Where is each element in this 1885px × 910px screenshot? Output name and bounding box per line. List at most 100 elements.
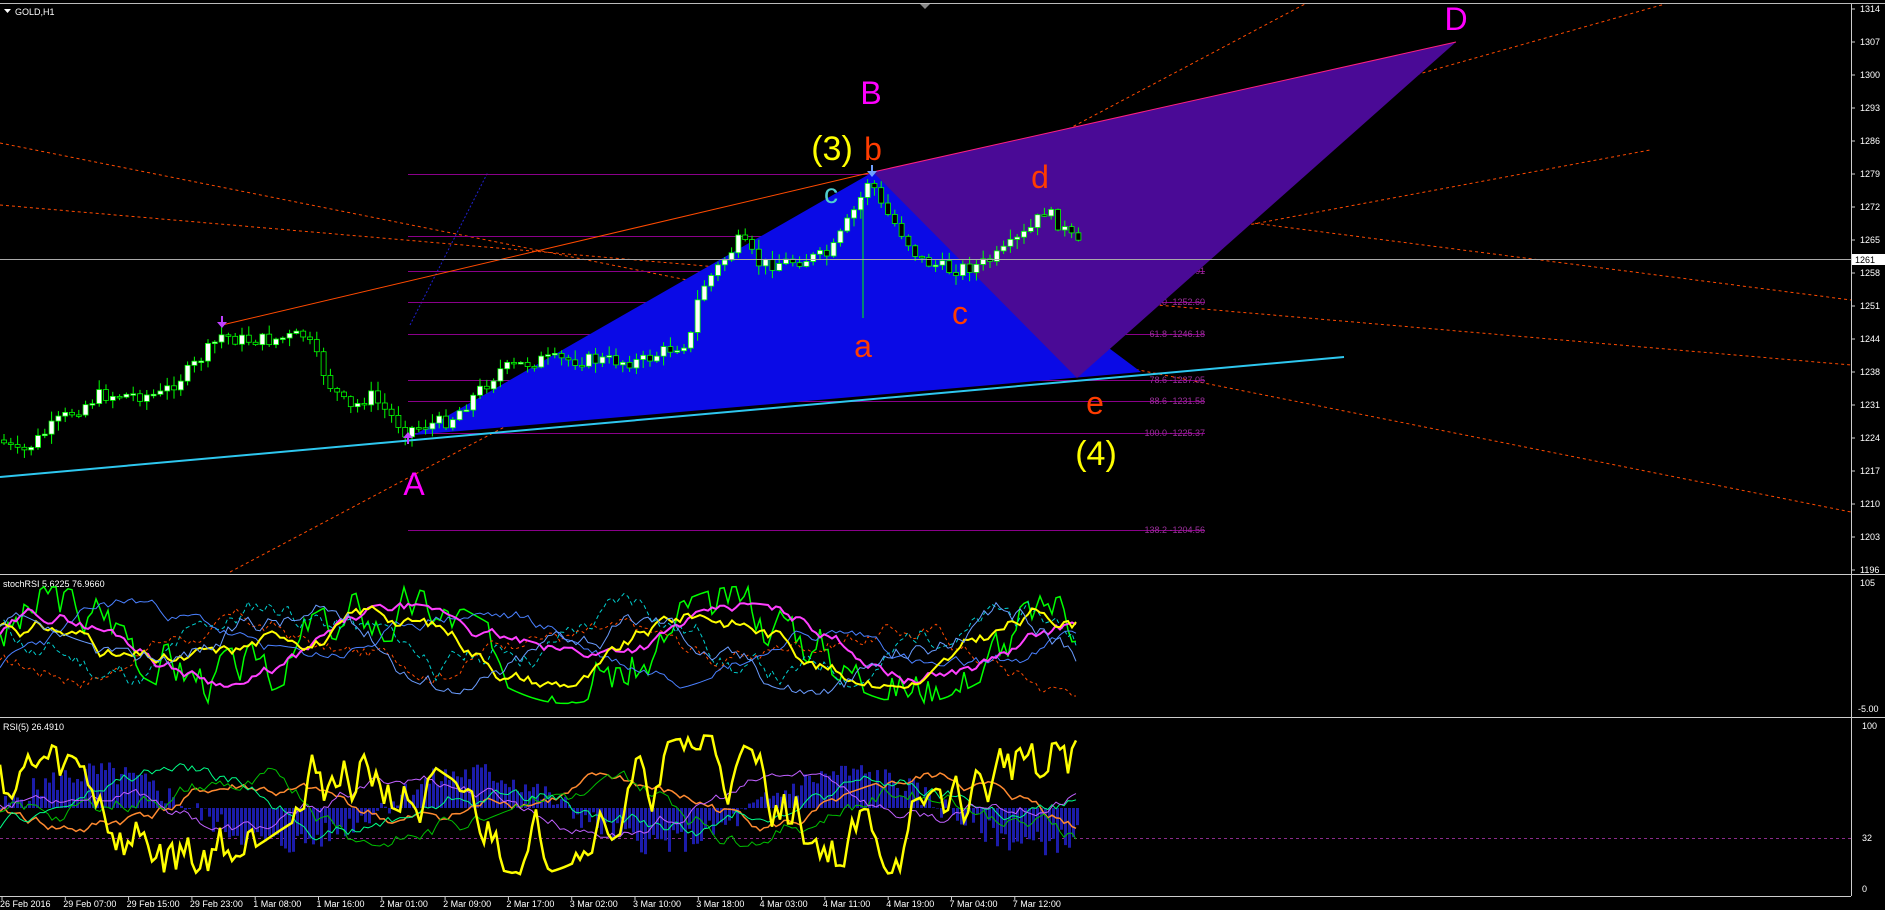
- candle-body: [361, 403, 368, 406]
- time-tick-label: 7 Mar 12:00: [1013, 899, 1061, 909]
- candle-body: [1027, 227, 1034, 232]
- candle-body: [232, 335, 239, 345]
- rsi-histogram-bar: [916, 782, 919, 808]
- price-tick-label: 1238: [1860, 367, 1880, 377]
- candle-body: [953, 272, 959, 276]
- candle-body: [1034, 214, 1041, 228]
- candle-body: [48, 420, 55, 435]
- candle-body: [796, 262, 803, 267]
- rsi-histogram-bar: [456, 776, 459, 808]
- rsi-histogram-bar: [828, 775, 831, 808]
- candle-body: [653, 355, 660, 362]
- candle-body: [919, 255, 925, 259]
- candle-body: [694, 299, 701, 333]
- candle-body: [647, 354, 653, 362]
- rsi-histogram-bar: [1072, 808, 1075, 838]
- rsi-histogram-bar: [148, 781, 151, 808]
- candle-body: [62, 411, 69, 417]
- candle-body: [1007, 238, 1014, 247]
- wave-label-B: B: [860, 75, 881, 111]
- rsi-histogram-bar: [932, 807, 935, 808]
- price-tick-label: 1224: [1860, 433, 1880, 443]
- rsi-histogram-bar: [740, 808, 743, 809]
- current-price-value: 1261: [1855, 255, 1875, 265]
- candle-body: [932, 264, 939, 268]
- rsi-histogram-bar: [504, 783, 507, 808]
- time-tick-label: 1 Mar 16:00: [317, 899, 365, 909]
- candle-body: [143, 394, 150, 402]
- candle-body: [7, 442, 14, 445]
- candle-body: [585, 353, 592, 367]
- candle-body: [640, 354, 647, 360]
- rsi-histogram-bar: [1020, 808, 1023, 844]
- rsi-histogram-bar: [672, 808, 675, 831]
- candle-body: [35, 435, 41, 448]
- candle-body: [150, 393, 157, 397]
- candle-body: [728, 252, 735, 261]
- candle-body: [531, 366, 538, 369]
- rsi-histogram-bar: [556, 804, 559, 808]
- candle-body: [449, 419, 456, 429]
- candle-body: [21, 446, 28, 451]
- wave-label-D: D: [1444, 1, 1467, 37]
- candle-body: [1, 439, 7, 444]
- rsi-histogram-bar: [752, 802, 755, 808]
- rsi-histogram-bar: [200, 808, 203, 821]
- rsi-histogram-bar: [1056, 808, 1059, 853]
- rsi-tick-label: 32: [1862, 833, 1872, 843]
- rsi-histogram-bar: [760, 796, 763, 808]
- rsi-histogram-bar: [232, 808, 235, 836]
- rsi-histogram-bar: [140, 775, 143, 808]
- candle-body: [313, 339, 320, 353]
- rsi-histogram-bar: [488, 771, 491, 808]
- rsi-histogram-bar: [896, 787, 899, 808]
- rsi-histogram-bar: [248, 808, 251, 833]
- rsi-histogram-bar: [80, 781, 83, 808]
- fib-level-label: 138.2 -1204.56: [1144, 525, 1205, 535]
- candle-body: [1075, 232, 1082, 241]
- rsi-histogram-bar: [876, 770, 879, 808]
- chart-window[interactable]: GOLD,H1 0.0 -1279.6323.6 -1266.9838.2 -1…: [0, 0, 1885, 910]
- candle-body: [1061, 226, 1068, 231]
- rsi-histogram-bar: [700, 808, 703, 841]
- candle-body: [395, 415, 402, 428]
- wave-label-d: d: [1031, 159, 1049, 195]
- candle-body: [715, 264, 721, 276]
- price-tick-label: 1196: [1860, 565, 1879, 575]
- rsi-histogram-bar: [1076, 808, 1079, 826]
- price-tick-label: 1217: [1860, 466, 1880, 476]
- candle-body: [878, 187, 885, 204]
- candle-body: [606, 355, 613, 358]
- rsi-histogram-bar: [68, 777, 71, 808]
- rsi-histogram-bar: [904, 790, 907, 808]
- candle-body: [307, 336, 313, 340]
- candle-body: [803, 261, 810, 267]
- rsi-histogram-bar: [428, 783, 431, 808]
- candle-body: [164, 385, 171, 392]
- wave-label-a: a: [854, 328, 872, 364]
- price-tick-label: 1203: [1860, 532, 1880, 542]
- rsi-histogram-bar: [696, 808, 699, 844]
- wave-label-b: b: [864, 131, 882, 167]
- rsi-histogram-bar: [632, 808, 635, 833]
- rsi-histogram-bar: [560, 799, 563, 808]
- rsi-histogram-bar: [816, 783, 819, 808]
- candle-body: [96, 389, 103, 404]
- rsi-histogram-bar: [652, 808, 655, 835]
- rsi-histogram-bar: [608, 808, 611, 822]
- rsi-histogram-bar: [340, 808, 343, 828]
- candle-body: [443, 415, 449, 429]
- rsi-histogram-bar: [900, 796, 903, 808]
- rsi-histogram-bar: [756, 799, 759, 808]
- candle-body: [545, 354, 551, 357]
- candle-body: [109, 396, 116, 401]
- price-tick-label: 1286: [1860, 136, 1880, 146]
- candle-body: [320, 351, 327, 376]
- candle-body: [375, 390, 381, 404]
- candle-body: [817, 250, 823, 255]
- price-tick-label: 1244: [1860, 334, 1880, 344]
- candle-body: [973, 263, 980, 273]
- rsi-histogram-bar: [448, 779, 451, 808]
- rsi-histogram-bar: [352, 808, 355, 833]
- candle-body: [613, 355, 619, 366]
